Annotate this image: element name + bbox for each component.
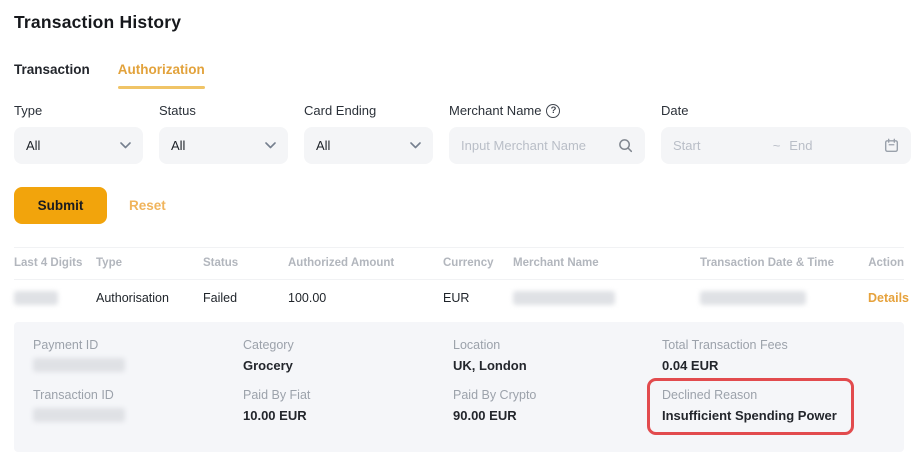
- card-ending-select-value: All: [316, 138, 330, 153]
- col-header-last4: Last 4 Digits: [14, 257, 96, 269]
- redacted-last4: [14, 291, 58, 305]
- col-header-merchant-name: Merchant Name: [513, 257, 700, 269]
- col-header-action: Action: [868, 257, 904, 269]
- detail-category-value: Grocery: [243, 358, 453, 373]
- detail-paid-by-crypto-label: Paid By Crypto: [453, 388, 662, 402]
- help-icon[interactable]: ?: [546, 104, 560, 118]
- cell-merchant-redacted: [513, 291, 700, 305]
- filter-merchant-label: Merchant Name ?: [449, 103, 645, 118]
- col-header-authorized-amount: Authorized Amount: [288, 257, 443, 269]
- detail-declined-reason: Declined Reason Insufficient Spending Po…: [662, 388, 884, 435]
- detail-payment-id: Payment ID: [33, 338, 243, 373]
- filter-card-ending-label: Card Ending: [304, 103, 433, 118]
- detail-total-fees-value: 0.04 EUR: [662, 358, 884, 373]
- filter-actions: Submit Reset: [14, 187, 904, 224]
- detail-total-fees-label: Total Transaction Fees: [662, 338, 884, 352]
- transaction-history-page: Transaction History Transaction Authoriz…: [0, 0, 918, 452]
- details-link[interactable]: Details: [868, 291, 909, 305]
- detail-paid-by-crypto: Paid By Crypto 90.00 EUR: [453, 388, 662, 435]
- authorization-table: Last 4 Digits Type Status Authorized Amo…: [14, 247, 904, 316]
- table-header-row: Last 4 Digits Type Status Authorized Amo…: [14, 247, 904, 280]
- detail-transaction-id: Transaction ID: [33, 388, 243, 435]
- cell-authorized-amount: 100.00: [288, 291, 443, 305]
- detail-paid-by-crypto-value: 90.00 EUR: [453, 408, 662, 423]
- date-range-separator: ~: [773, 138, 781, 153]
- col-header-type: Type: [96, 257, 203, 269]
- filter-type-label: Type: [14, 103, 143, 118]
- active-tab-underline: [118, 86, 205, 89]
- detail-declined-reason-value: Insufficient Spending Power: [662, 408, 837, 423]
- date-range-picker[interactable]: Start ~ End: [661, 127, 911, 164]
- detail-category-label: Category: [243, 338, 453, 352]
- filter-merchant-label-text: Merchant Name: [449, 103, 541, 118]
- type-select-value: All: [26, 138, 40, 153]
- table-row: Authorisation Failed 100.00 EUR Details: [14, 280, 904, 316]
- tab-authorization[interactable]: Authorization: [118, 62, 205, 89]
- filter-merchant: Merchant Name ?: [449, 103, 645, 164]
- cell-status: Failed: [203, 291, 288, 305]
- detail-paid-by-fiat-label: Paid By Fiat: [243, 388, 453, 402]
- tab-bar: Transaction Authorization: [14, 62, 904, 89]
- tab-authorization-label: Authorization: [118, 62, 205, 77]
- filter-bar: Type All Status All Card Ending: [14, 103, 904, 164]
- chevron-down-icon: [265, 142, 276, 149]
- tab-transaction-label: Transaction: [14, 62, 90, 77]
- status-select-value: All: [171, 138, 185, 153]
- detail-paid-by-fiat-value: 10.00 EUR: [243, 408, 453, 423]
- merchant-name-input[interactable]: [461, 138, 610, 153]
- redacted-transaction-datetime: [700, 291, 806, 305]
- chevron-down-icon: [410, 142, 421, 149]
- cell-currency: EUR: [443, 291, 513, 305]
- redacted-transaction-id: [33, 408, 125, 422]
- filter-status-label: Status: [159, 103, 288, 118]
- detail-location: Location UK, London: [453, 338, 662, 373]
- filter-date-label: Date: [661, 103, 911, 118]
- filter-status: Status All: [159, 103, 288, 164]
- detail-location-label: Location: [453, 338, 662, 352]
- calendar-icon: [884, 138, 899, 153]
- search-icon[interactable]: [618, 138, 633, 153]
- filter-card-ending: Card Ending All: [304, 103, 433, 164]
- submit-button[interactable]: Submit: [14, 187, 107, 224]
- detail-location-value: UK, London: [453, 358, 662, 373]
- date-end-placeholder: End: [789, 138, 876, 153]
- redacted-payment-id: [33, 358, 125, 372]
- declined-reason-highlight-box: Declined Reason Insufficient Spending Po…: [647, 378, 854, 435]
- tab-transaction[interactable]: Transaction: [14, 62, 90, 89]
- detail-paid-by-fiat: Paid By Fiat 10.00 EUR: [243, 388, 453, 435]
- merchant-search-box: [449, 127, 645, 164]
- redacted-merchant-name: [513, 291, 615, 305]
- col-header-transaction-datetime: Transaction Date & Time: [700, 257, 868, 269]
- filter-type: Type All: [14, 103, 143, 164]
- page-title: Transaction History: [14, 0, 904, 33]
- cell-type: Authorisation: [96, 291, 203, 305]
- chevron-down-icon: [120, 142, 131, 149]
- detail-total-fees: Total Transaction Fees 0.04 EUR: [662, 338, 884, 373]
- type-select[interactable]: All: [14, 127, 143, 164]
- status-select[interactable]: All: [159, 127, 288, 164]
- transaction-detail-panel: Payment ID Category Grocery Location UK,…: [14, 322, 904, 452]
- detail-payment-id-label: Payment ID: [33, 338, 243, 352]
- reset-link[interactable]: Reset: [129, 198, 166, 213]
- col-header-status: Status: [203, 257, 288, 269]
- filter-date: Date Start ~ End: [661, 103, 911, 164]
- date-start-placeholder: Start: [673, 138, 773, 153]
- col-header-currency: Currency: [443, 257, 513, 269]
- card-ending-select[interactable]: All: [304, 127, 433, 164]
- detail-category: Category Grocery: [243, 338, 453, 373]
- detail-transaction-id-label: Transaction ID: [33, 388, 243, 402]
- cell-datetime-redacted: [700, 291, 868, 305]
- cell-last4-redacted: [14, 291, 96, 305]
- detail-declined-reason-label: Declined Reason: [662, 388, 837, 402]
